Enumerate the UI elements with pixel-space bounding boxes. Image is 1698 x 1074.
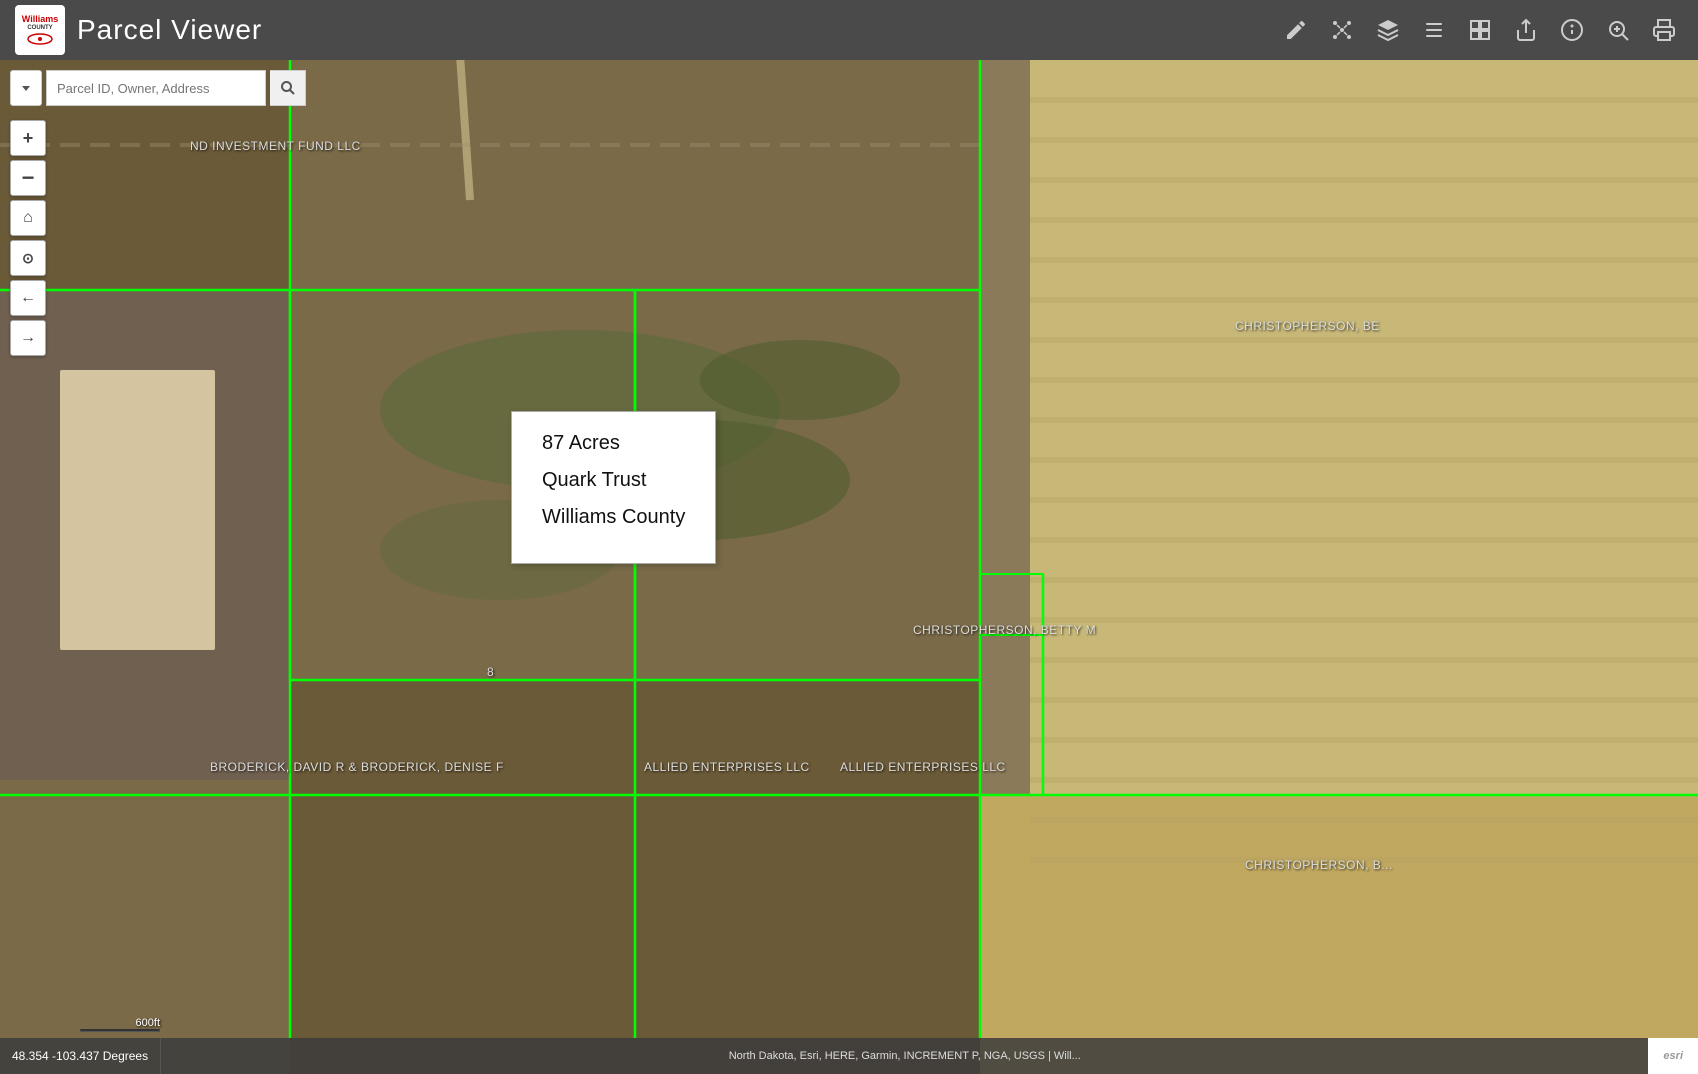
- logo-county-text: COUNTY: [27, 25, 52, 32]
- search-button[interactable]: [270, 70, 306, 106]
- map-controls: + − ⌂ ⊙ ← →: [10, 120, 46, 356]
- logo-area: Williams COUNTY Parcel Viewer: [0, 5, 277, 55]
- label-christopherson-se: CHRISTOPHERSON, B...: [1245, 858, 1393, 872]
- list-tool-icon[interactable]: [1415, 11, 1453, 49]
- label-parcel-num: 8: [487, 665, 494, 679]
- popup-county: Williams County: [542, 506, 685, 529]
- popup-owner: Quark Trust: [542, 469, 685, 492]
- search-bar: [10, 70, 306, 106]
- coordinates-display: 48.354 -103.437 Degrees: [0, 1038, 161, 1074]
- search-zoom-tool-icon[interactable]: [1599, 11, 1637, 49]
- scale-bar: 600ft: [80, 1017, 160, 1032]
- search-dropdown-button[interactable]: [10, 70, 42, 106]
- back-button[interactable]: ←: [10, 280, 46, 316]
- forward-button[interactable]: →: [10, 320, 46, 356]
- scale-label: 600ft: [136, 1017, 160, 1029]
- esri-logo: esri: [1648, 1038, 1698, 1074]
- print-tool-icon[interactable]: [1645, 11, 1683, 49]
- zoom-in-button[interactable]: +: [10, 120, 46, 156]
- map-popup: 87 Acres Quark Trust Williams County: [511, 411, 716, 564]
- grid-tool-icon[interactable]: [1461, 11, 1499, 49]
- locate-button[interactable]: ⊙: [10, 240, 46, 276]
- logo-badge: Williams COUNTY: [15, 5, 65, 55]
- label-allied-1: ALLIED ENTERPRISES LLC: [644, 760, 810, 774]
- home-button[interactable]: ⌂: [10, 200, 46, 236]
- label-nd-investment: ND INVESTMENT FUND LLC: [190, 139, 361, 153]
- status-bar: 48.354 -103.437 Degrees North Dakota, Es…: [0, 1038, 1698, 1074]
- toolbar-right: [1277, 11, 1698, 49]
- label-christopherson-betty: CHRISTOPHERSON, BETTY M: [913, 623, 1096, 637]
- header: Williams COUNTY Parcel Viewer: [0, 0, 1698, 60]
- scale-line: [80, 1029, 160, 1032]
- info-tool-icon[interactable]: [1553, 11, 1591, 49]
- search-input[interactable]: [46, 70, 266, 106]
- popup-acres: 87 Acres: [542, 432, 685, 455]
- network-tool-icon[interactable]: [1323, 11, 1361, 49]
- share-tool-icon[interactable]: [1507, 11, 1545, 49]
- map-container[interactable]: ND INVESTMENT FUND LLC CHRISTOPHERSON, B…: [0, 0, 1698, 1074]
- attribution-text: North Dakota, Esri, HERE, Garmin, INCREM…: [161, 1050, 1648, 1062]
- app-title: Parcel Viewer: [77, 14, 262, 46]
- draw-tool-icon[interactable]: [1277, 11, 1315, 49]
- label-broderick: BRODERICK, DAVID R & BRODERICK, DENISE F: [210, 760, 504, 774]
- logo-top-text: Williams: [22, 14, 58, 25]
- map-background: [0, 0, 1698, 1074]
- logo-seal: [25, 32, 55, 46]
- label-christopherson-ne: CHRISTOPHERSON, BE: [1235, 319, 1380, 333]
- label-allied-2: ALLIED ENTERPRISES LLC: [840, 760, 1006, 774]
- layers-tool-icon[interactable]: [1369, 11, 1407, 49]
- zoom-out-button[interactable]: −: [10, 160, 46, 196]
